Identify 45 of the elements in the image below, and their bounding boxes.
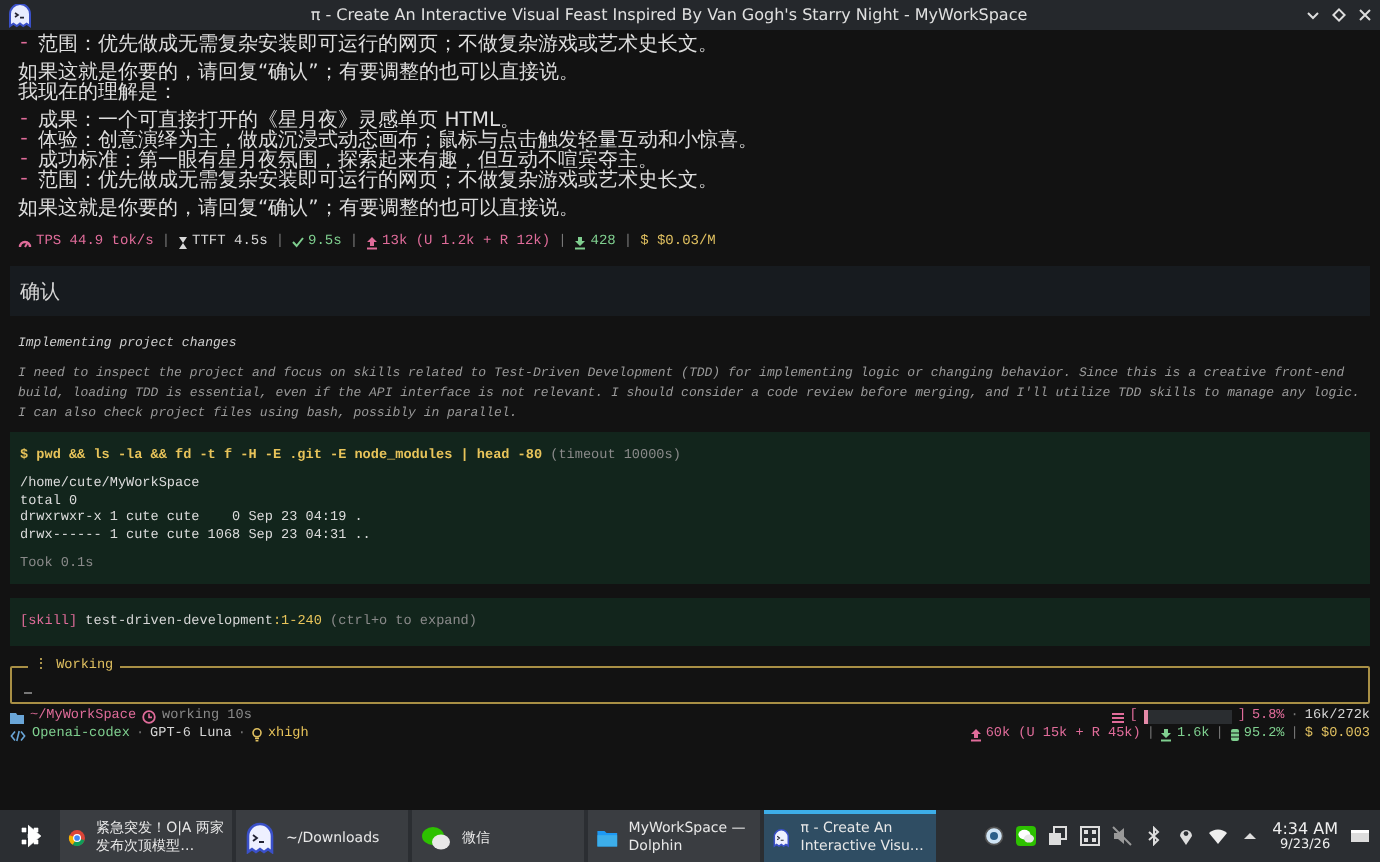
muted-speaker-icon[interactable] [1112,826,1133,846]
windows-icon[interactable] [1048,826,1069,846]
clock-icon [142,710,157,725]
minimize-icon[interactable] [1306,8,1320,22]
folder-icon [10,711,24,724]
bluetooth-icon[interactable] [1144,826,1165,846]
maximize-icon[interactable] [1332,8,1346,22]
list-marker: - [18,172,31,192]
message-text: 成果：一个可直接打开的《星月夜》灵感单页 HTML。 [38,112,521,132]
message-text: 如果这就是你要的，请回复“确认”；有要调整的也可以直接说。 [18,64,579,84]
list-marker: - [18,152,31,172]
message-text: 如果这就是你要的，请回复“确认”；有要调整的也可以直接说。 [18,200,579,220]
check-icon [292,236,305,248]
upload-icon [366,235,379,249]
download-icon [1160,728,1173,743]
message-text: 范围：优先做成无需复杂安装即可运行的网页；不做复杂游戏或艺术史长文。 [38,172,719,192]
wifi-icon[interactable] [1208,826,1229,846]
launcher-icon[interactable] [18,824,42,848]
steam-icon[interactable] [984,826,1005,846]
window-title: π - Create An Interactive Visual Feast Inspired By Van Gogh's Starry Night - MyWorkSpace [308,6,1030,24]
chat-icon [420,822,452,854]
close-icon[interactable] [1358,8,1372,22]
qr-code-icon[interactable] [1080,826,1101,846]
code-icon [10,729,26,742]
gauge-icon [18,236,32,248]
chat-icon[interactable] [1016,826,1037,846]
location-pin-icon[interactable] [1176,826,1197,846]
database-icon [1229,728,1240,743]
show-desktop-icon[interactable] [1350,826,1370,846]
list-marker: - [18,36,31,56]
message-text: 范围：优先做成无需复杂安装即可运行的网页；不做复杂游戏或艺术史长文。 [38,36,719,56]
message-text: 体验：创意演绎为主，做成沉浸式动态画布；鼠标与点击触发轻量互动和小惊喜。 [38,132,759,152]
list-marker: - [18,132,31,152]
list-marker: - [18,112,31,132]
ghost-icon [244,822,276,854]
message-text: 成功标准：第一眼有星月夜氛围，探索起来有趣，但互动不喧宾夺主。 [38,152,659,172]
download-icon [574,235,587,249]
hourglass-icon [178,235,189,249]
upload-icon [969,728,982,743]
message-text: 确认 [20,279,60,305]
lightbulb-icon [251,728,262,743]
list-icon [1111,711,1124,724]
clock-time: 4:34 AM [1272,820,1338,838]
message-text: 我现在的理解是： [18,84,178,104]
text-cursor [24,692,32,695]
